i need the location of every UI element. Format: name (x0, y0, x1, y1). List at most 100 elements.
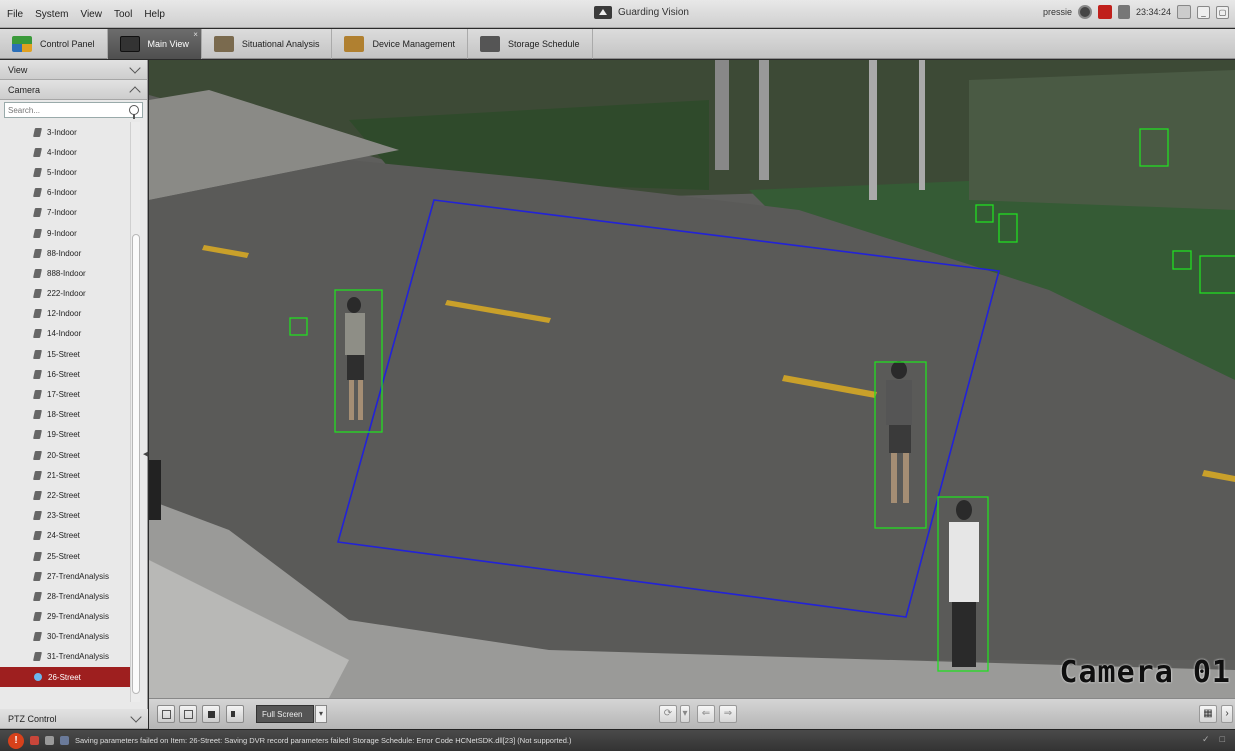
guarding-vision-logo-icon (594, 6, 612, 19)
layout-menu-button[interactable]: ▦ (1199, 705, 1217, 723)
maximize-icon[interactable]: □ (1220, 734, 1225, 745)
pin-icon[interactable]: ✓ (1202, 734, 1210, 745)
camera-item[interactable]: 28-TrendAnalysis (0, 586, 130, 606)
tab-storage-schedule[interactable]: Storage Schedule (468, 29, 593, 59)
tab-label: Device Management (372, 39, 455, 49)
camera-icon (33, 390, 42, 400)
app-title: Guarding Vision (594, 6, 689, 19)
camera-item[interactable]: 12-Indoor (0, 304, 130, 324)
camera-item[interactable]: 17-Street (0, 384, 130, 404)
log-status-icon[interactable] (60, 736, 69, 745)
lock-icon[interactable] (1177, 5, 1191, 19)
app-title-text: Guarding Vision (618, 7, 689, 18)
camera-item[interactable]: 14-Indoor (0, 324, 130, 344)
menu-view[interactable]: View (79, 7, 103, 22)
camera-icon (33, 369, 42, 379)
camera-icon (33, 349, 42, 359)
camera-item[interactable]: 18-Street (0, 405, 130, 425)
camera-item[interactable]: 22-Street (0, 485, 130, 505)
chevron-down-icon[interactable] (130, 710, 142, 723)
close-tab-icon[interactable]: × (193, 30, 198, 39)
tab-main-view[interactable]: Main View × (107, 29, 202, 59)
collapse-panel-icon[interactable]: ◀ (143, 450, 148, 460)
menu-tool[interactable]: Tool (113, 7, 133, 22)
camera-item[interactable]: 222-Indoor (0, 284, 130, 304)
alarm-icon[interactable] (1097, 5, 1112, 19)
tab-situational-analysis[interactable]: Situational Analysis (202, 29, 333, 59)
control-panel-icon (12, 36, 32, 52)
search-icon[interactable] (129, 105, 139, 119)
tab-device-management[interactable]: Device Management (332, 29, 468, 59)
refresh-button[interactable]: ⟳ (659, 705, 677, 723)
hdd-icon[interactable] (1117, 5, 1130, 19)
camera-item[interactable]: 27-TrendAnalysis (0, 566, 130, 586)
camera-item[interactable]: 24-Street (0, 526, 130, 546)
camera-list: 3-Indoor 4-Indoor 5-Indoor 6-Indoor 7-Indoor… (0, 122, 130, 688)
camera-icon (33, 228, 42, 238)
refresh-options-icon[interactable]: ▾ (680, 705, 690, 723)
display-mode-dropdown-icon[interactable]: ▾ (315, 705, 327, 723)
camera-item-label: 12-Indoor (47, 309, 82, 319)
camera-item-label: 15-Street (47, 349, 80, 359)
camera-item[interactable]: 5-Indoor (0, 162, 130, 182)
menu-file[interactable]: File (6, 7, 24, 22)
audio-button[interactable] (226, 705, 244, 723)
camera-item[interactable]: 20-Street (0, 445, 130, 465)
camera-item[interactable]: 88-Indoor (0, 243, 130, 263)
stop-all-button[interactable] (202, 705, 220, 723)
situational-analysis-icon (213, 36, 234, 52)
view-section-header[interactable]: View (0, 60, 147, 80)
camera-item[interactable]: 7-Indoor (0, 203, 130, 223)
sync-icon[interactable] (1077, 5, 1092, 19)
previous-page-button[interactable]: ⇐ (697, 705, 715, 723)
camera-item[interactable]: 23-Street (0, 506, 130, 526)
menu-system[interactable]: System (34, 7, 69, 22)
camera-item[interactable]: 25-Street (0, 546, 130, 566)
ptz-control-header[interactable]: PTZ Control (0, 709, 148, 729)
event-status-icon[interactable] (45, 736, 54, 745)
menu-help[interactable]: Help (143, 7, 166, 22)
chevron-down-icon[interactable] (129, 61, 141, 74)
scrollbar-thumb[interactable] (132, 234, 140, 694)
search-input[interactable] (8, 105, 108, 115)
camera-item-label: 17-Street (47, 390, 80, 400)
view-section-label: View (8, 64, 28, 75)
camera-item-label: 27-TrendAnalysis (47, 571, 109, 581)
next-page-button[interactable]: ⇒ (719, 705, 737, 723)
camera-item[interactable]: 888-Indoor (0, 263, 130, 283)
main-view-icon (119, 36, 140, 52)
camera-item-label: 4-Indoor (47, 147, 77, 157)
camera-item-label: 7-Indoor (47, 208, 77, 218)
camera-item[interactable]: 30-TrendAnalysis (0, 627, 130, 647)
window-division-button[interactable] (179, 705, 197, 723)
camera-item[interactable]: 31-TrendAnalysis (0, 647, 130, 667)
chevron-up-icon[interactable] (129, 85, 141, 98)
save-view-button[interactable] (157, 705, 175, 723)
camera-item-label: 24-Street (47, 531, 80, 541)
camera-item[interactable]: 15-Street (0, 344, 130, 364)
video-toolbar: Full Screen ▾ ⟳ ▾ ⇐ ⇒ ▦ › (149, 698, 1235, 729)
alarm-status-icon[interactable] (30, 736, 39, 745)
camera-item[interactable]: 19-Street (0, 425, 130, 445)
minimize-button[interactable]: _ (1197, 5, 1210, 19)
camera-section-header[interactable]: Camera (0, 80, 147, 100)
expand-toolbar-icon[interactable]: › (1221, 705, 1233, 723)
live-video-view[interactable]: Camera 01 (149, 60, 1235, 698)
camera-item[interactable]: 16-Street (0, 364, 130, 384)
warning-icon[interactable]: ! (8, 732, 24, 749)
camera-list-scrollbar[interactable] (130, 122, 140, 702)
camera-item-label: 29-TrendAnalysis (47, 612, 109, 622)
camera-icon (33, 571, 42, 581)
camera-item-label: 5-Indoor (47, 167, 77, 177)
camera-item[interactable]: 29-TrendAnalysis (0, 607, 130, 627)
camera-item[interactable]: 9-Indoor (0, 223, 130, 243)
tab-control-panel[interactable]: Control Panel (0, 29, 108, 59)
camera-item[interactable]: 21-Street (0, 465, 130, 485)
camera-icon (33, 289, 42, 299)
camera-item[interactable]: 3-Indoor (0, 122, 130, 142)
camera-item[interactable]: 4-Indoor (0, 142, 130, 162)
display-mode-select[interactable]: Full Screen (256, 705, 314, 723)
restore-button[interactable]: ▢ (1216, 5, 1229, 19)
camera-item[interactable]: 6-Indoor (0, 183, 130, 203)
camera-item[interactable]: 26-Street (0, 667, 130, 688)
